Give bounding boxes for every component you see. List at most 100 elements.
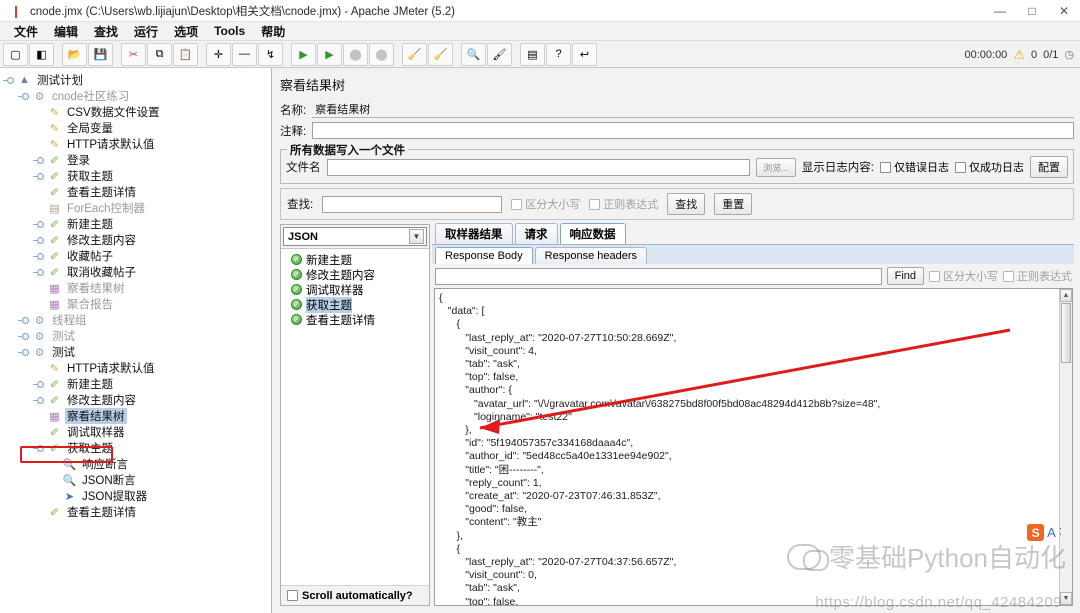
tree-node[interactable]: ⚙ 测试	[2, 328, 271, 344]
open-icon[interactable]: 📂	[62, 42, 87, 66]
tree-expander-icon[interactable]	[33, 168, 47, 184]
search-input[interactable]	[322, 195, 503, 213]
success-only-checkbox[interactable]: 仅成功日志	[955, 159, 1024, 175]
sampler-result-row[interactable]: ✓ 新建主题	[281, 252, 429, 267]
tree-node[interactable]: ▤ ForEach控制器	[2, 200, 271, 216]
tab-1[interactable]: Response headers	[534, 247, 648, 264]
tree-node[interactable]: ✐ 收藏帖子	[2, 248, 271, 264]
maximize-button[interactable]: □	[1016, 0, 1048, 22]
scroll-automatically-row[interactable]: Scroll automatically?	[281, 585, 429, 605]
menu-item-1[interactable]: 编辑	[46, 22, 86, 41]
function-helper-icon[interactable]: ▤	[520, 42, 545, 66]
expand-icon[interactable]: ✛	[206, 42, 231, 66]
find-input[interactable]	[435, 267, 882, 285]
tree-node[interactable]: ✎ CSV数据文件设置	[2, 104, 271, 120]
tree-node[interactable]: ⚙ 线程组	[2, 312, 271, 328]
tab-0[interactable]: 取样器结果	[435, 223, 513, 244]
scroll-up-icon[interactable]: ▲	[1060, 289, 1072, 302]
tab-2[interactable]: 响应数据	[559, 223, 626, 244]
tree-node[interactable]: ✐ 查看主题详情	[2, 184, 271, 200]
tree-node[interactable]: ✐ 获取主题	[2, 168, 271, 184]
toggle-icon[interactable]: ↯	[258, 42, 283, 66]
copy-icon[interactable]: ⧉	[147, 42, 172, 66]
reset-button[interactable]: 重置	[714, 193, 753, 215]
minimize-button[interactable]: —	[984, 0, 1016, 22]
tree-expander-icon[interactable]	[18, 88, 32, 104]
tree-expander-icon[interactable]	[33, 152, 47, 168]
collapse-icon[interactable]: ―	[232, 42, 257, 66]
name-input[interactable]	[312, 101, 1074, 118]
tree-expander-icon[interactable]	[33, 232, 47, 248]
tree-node[interactable]: ⚙ 测试	[2, 344, 271, 360]
tree-node[interactable]: ✐ 查看主题详情	[2, 504, 271, 520]
tree-expander-icon[interactable]	[3, 72, 17, 88]
search-case-checkbox[interactable]: 区分大小写	[511, 196, 580, 212]
tree-node[interactable]: ✐ 取消收藏帖子	[2, 264, 271, 280]
tree-node[interactable]: ▦ 察看结果树	[2, 408, 271, 424]
search-reset-icon[interactable]: 🖌	[487, 42, 512, 66]
tab-1[interactable]: 请求	[514, 223, 558, 244]
errors-only-checkbox[interactable]: 仅错误日志	[880, 159, 949, 175]
response-main-tabs[interactable]: 取样器结果 请求 响应数据	[432, 223, 1074, 244]
tree-expander-icon[interactable]	[18, 312, 32, 328]
tree-expander-icon[interactable]	[18, 344, 32, 360]
warning-icon[interactable]: ⚠	[1013, 47, 1025, 63]
menu-item-2[interactable]: 查找	[86, 22, 126, 41]
tree-node[interactable]: ✎ 全局变量	[2, 120, 271, 136]
cut-icon[interactable]: ✂	[121, 42, 146, 66]
filename-input[interactable]	[326, 158, 751, 176]
checkbox-icon[interactable]	[287, 590, 298, 601]
sampler-result-row[interactable]: ✓ 获取主题	[281, 296, 429, 313]
browse-button[interactable]: 浏览...	[756, 157, 796, 177]
render-selector[interactable]: JSON ▼	[283, 227, 427, 246]
test-plan-tree-pane[interactable]: ▲ 测试计划 ⚙ cnode社区练习 ✎ CSV数据文件设置 ✎ 全局变量 ✎ HTTP请求默认值…	[0, 68, 272, 613]
menu-item-3[interactable]: 运行	[126, 22, 166, 41]
tree-node[interactable]: ✐ 修改主题内容	[2, 392, 271, 408]
tab-0[interactable]: Response Body	[435, 247, 533, 264]
tree-node[interactable]: ⚙ cnode社区练习	[2, 88, 271, 104]
tree-node[interactable]: ✐ 调试取样器	[2, 424, 271, 440]
test-plan-tree[interactable]: ▲ 测试计划 ⚙ cnode社区练习 ✎ CSV数据文件设置 ✎ 全局变量 ✎ HTTP请求默认值…	[0, 68, 271, 520]
tree-expander-icon[interactable]	[33, 264, 47, 280]
tree-node[interactable]: ✐ 修改主题内容	[2, 232, 271, 248]
clear-all-icon[interactable]: 🧹	[428, 42, 453, 66]
menu-item-4[interactable]: 选项	[166, 22, 206, 41]
paste-icon[interactable]: 📋	[173, 42, 198, 66]
tree-node[interactable]: ✐ 新建主题	[2, 376, 271, 392]
save-icon[interactable]: 💾	[88, 42, 113, 66]
menu-item-6[interactable]: 帮助	[253, 22, 293, 41]
configure-button[interactable]: 配置	[1030, 156, 1068, 178]
tree-node[interactable]: ✐ 登录	[2, 152, 271, 168]
help-icon[interactable]: ?	[546, 42, 571, 66]
chevron-down-icon[interactable]: ▼	[409, 229, 424, 244]
tree-node[interactable]: 🔍 JSON断言	[2, 472, 271, 488]
comment-input[interactable]	[312, 122, 1074, 139]
tree-node[interactable]: ➤ JSON提取器	[2, 488, 271, 504]
response-sub-tabs[interactable]: Response Body Response headers	[432, 244, 1074, 264]
sampler-result-row[interactable]: ✓ 调试取样器	[281, 282, 429, 297]
find-case-checkbox[interactable]: 区分大小写	[929, 268, 998, 284]
sampler-result-row[interactable]: ✓ 查看主题详情	[281, 312, 429, 327]
menu-item-0[interactable]: 文件	[6, 22, 46, 41]
stop-icon[interactable]: ⬤	[343, 42, 368, 66]
scroll-down-icon[interactable]: ▼	[1060, 592, 1072, 605]
find-button[interactable]: Find	[886, 267, 924, 285]
tree-node[interactable]: ▲ 测试计划	[2, 72, 271, 88]
tree-node[interactable]: ✐ 获取主题	[2, 440, 271, 456]
tree-expander-icon[interactable]	[33, 216, 47, 232]
search-button[interactable]: 查找	[667, 193, 706, 215]
tree-node[interactable]: 🔍 响应断言	[2, 456, 271, 472]
tree-node[interactable]: ✎ HTTP请求默认值	[2, 136, 271, 152]
templates-icon[interactable]: ◧	[29, 42, 54, 66]
sampler-result-tree[interactable]: ✓ 新建主题 ✓ 修改主题内容 ✓ 调试取样器 ✓ 获取主题 ✓ 查看主题详情	[281, 248, 429, 585]
shutdown-icon[interactable]: ⬤	[369, 42, 394, 66]
tree-expander-icon[interactable]	[33, 440, 47, 456]
clear-icon[interactable]: 🧹	[402, 42, 427, 66]
undo-icon[interactable]: ↩	[572, 42, 597, 66]
find-regex-checkbox[interactable]: 正则表达式	[1003, 268, 1072, 284]
tree-node[interactable]: ✐ 新建主题	[2, 216, 271, 232]
search-icon[interactable]: 🔍	[461, 42, 486, 66]
tree-expander-icon[interactable]	[33, 392, 47, 408]
tree-node[interactable]: ▦ 聚合报告	[2, 296, 271, 312]
clock-icon[interactable]: ◷	[1064, 48, 1074, 61]
